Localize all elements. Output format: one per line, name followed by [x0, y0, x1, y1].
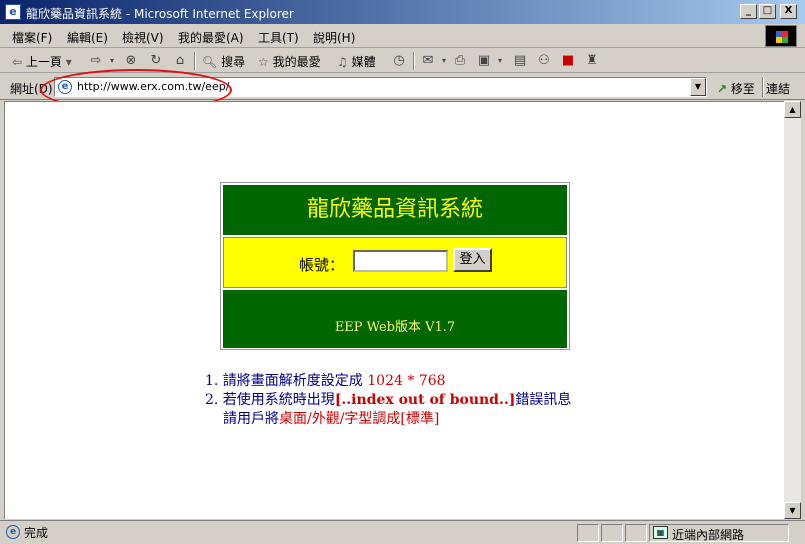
pdf-icon[interactable]: ■ [560, 53, 576, 69]
refresh-icon[interactable]: ↻ [148, 53, 164, 69]
media-button[interactable]: ♫ 媒體 [337, 53, 376, 70]
back-dropdown-icon[interactable]: ▾ [66, 55, 72, 69]
status-bar: e 完成 ▦ 近端內部網路 [0, 520, 805, 544]
media-icon: ♫ [337, 55, 348, 69]
search-icon: 🔍︎ [202, 55, 218, 69]
toolbar-separator [413, 52, 415, 70]
note-1-text: 1. 請將畫面解析度設定成 [205, 373, 368, 389]
login-row: 帳號： 登入 [223, 237, 567, 288]
status-cell [601, 524, 623, 542]
back-arrow-icon: ⇦ [12, 55, 23, 69]
favorites-label: 我的最愛 [272, 55, 321, 69]
windows-flag-icon [776, 31, 788, 43]
status-cell [625, 524, 647, 542]
media-label: 媒體 [351, 55, 376, 69]
favorites-icon: ☆ [258, 55, 269, 69]
back-button[interactable]: ⇦ 上一頁 ▾ [12, 53, 72, 70]
note-1-resolution: 1024 * 768 [367, 373, 446, 389]
note-1: 1. 請將畫面解析度設定成 1024 * 768 [205, 372, 571, 391]
zone-text: 近端內部網路 [672, 528, 745, 542]
back-label: 上一頁 [25, 55, 62, 69]
messenger-icon[interactable]: ⚇ [536, 53, 552, 69]
system-title: 龍欣藥品資訊系統 [223, 185, 567, 235]
scroll-down-icon[interactable]: ▼ [784, 502, 801, 519]
note-2: 2. 若使用系統時出現[..index out of bound..]錯誤訊息 [205, 391, 571, 410]
ie-page-icon: e [6, 525, 20, 539]
stop-icon[interactable]: ⊗ [123, 53, 139, 69]
forward-arrow-icon[interactable]: ⇨ [88, 53, 104, 69]
menu-favorites[interactable]: 我的最愛(A) [178, 29, 244, 46]
maximize-button[interactable]: □ [759, 4, 776, 19]
note-2-error: [..index out of bound..] [334, 392, 516, 408]
note-3: 請用戶將桌面/外觀/字型調成[標準] [205, 410, 571, 429]
menu-help[interactable]: 說明(H) [313, 29, 355, 46]
version-label: EEP Web版本 V1.7 [223, 290, 567, 348]
search-label: 搜尋 [221, 55, 246, 69]
go-arrow-icon: ↗ [717, 82, 728, 96]
history-icon[interactable]: ◷ [391, 53, 407, 69]
status-text: 完成 [24, 526, 49, 540]
discuss-icon[interactable]: ▤ [512, 53, 528, 69]
minimize-button[interactable]: _ [740, 4, 757, 19]
note-3-text: 請用戶將 [223, 411, 279, 427]
menu-tools[interactable]: 工具(T) [258, 29, 299, 46]
address-dropdown-icon[interactable]: ▼ [690, 78, 706, 96]
ie-page-icon: e [5, 4, 21, 20]
home-icon[interactable]: ⌂ [172, 53, 188, 69]
note-2-suffix: 錯誤訊息 [515, 392, 572, 408]
windows-logo [765, 25, 797, 47]
links-button[interactable]: 連結 [766, 80, 790, 97]
menu-file[interactable]: 檔案(F) [12, 29, 52, 46]
toolbar-separator [194, 52, 196, 70]
print-icon[interactable]: ⎙ [452, 53, 468, 69]
menu-edit[interactable]: 編輯(E) [67, 29, 108, 46]
window-controls: _ □ X [740, 4, 797, 19]
vertical-scrollbar[interactable]: ▲ ▼ [784, 101, 801, 519]
login-button[interactable]: 登入 [453, 248, 492, 272]
go-button[interactable]: ↗ 移至 [717, 80, 755, 97]
mail-icon[interactable]: ✉ [420, 53, 436, 69]
note-2-text: 2. 若使用系統時出現 [205, 392, 335, 408]
menu-view[interactable]: 檢視(V) [122, 29, 164, 46]
close-button[interactable]: X [780, 4, 797, 19]
scroll-up-icon[interactable]: ▲ [784, 101, 801, 118]
address-separator [762, 77, 764, 97]
menu-bar: 檔案(F) 編輯(E) 檢視(V) 我的最愛(A) 工具(T) 說明(H) [0, 24, 805, 48]
edit-dropdown-icon[interactable]: ▾ [492, 53, 508, 69]
window-titlebar: e 龍欣藥品資訊系統 - Microsoft Internet Explorer… [0, 0, 805, 24]
intranet-zone-icon: ▦ [653, 526, 668, 539]
search-button[interactable]: 🔍︎ 搜尋 [202, 53, 245, 70]
login-panel: 龍欣藥品資訊系統 帳號： 登入 EEP Web版本 V1.7 [220, 182, 570, 350]
window-title: 龍欣藥品資訊系統 - Microsoft Internet Explorer [26, 7, 294, 21]
favorites-button[interactable]: ☆ 我的最愛 [258, 53, 321, 70]
notes-list: 1. 請將畫面解析度設定成 1024 * 768 2. 若使用系統時出現[..i… [205, 372, 571, 429]
note-3-path: 桌面/外觀/字型調成[標準] [279, 411, 440, 427]
go-label: 移至 [730, 82, 755, 96]
account-input[interactable] [353, 250, 448, 272]
addon-icon[interactable]: ♜ [584, 53, 600, 69]
status-cell [577, 524, 599, 542]
edit-icon[interactable]: ▣ [476, 53, 492, 69]
account-label: 帳號： [299, 256, 345, 274]
page-content: 龍欣藥品資訊系統 帳號： 登入 EEP Web版本 V1.7 1. 請將畫面解析… [4, 101, 784, 519]
forward-dropdown-icon[interactable]: ▾ [104, 53, 120, 69]
mail-dropdown-icon[interactable]: ▾ [436, 53, 452, 69]
